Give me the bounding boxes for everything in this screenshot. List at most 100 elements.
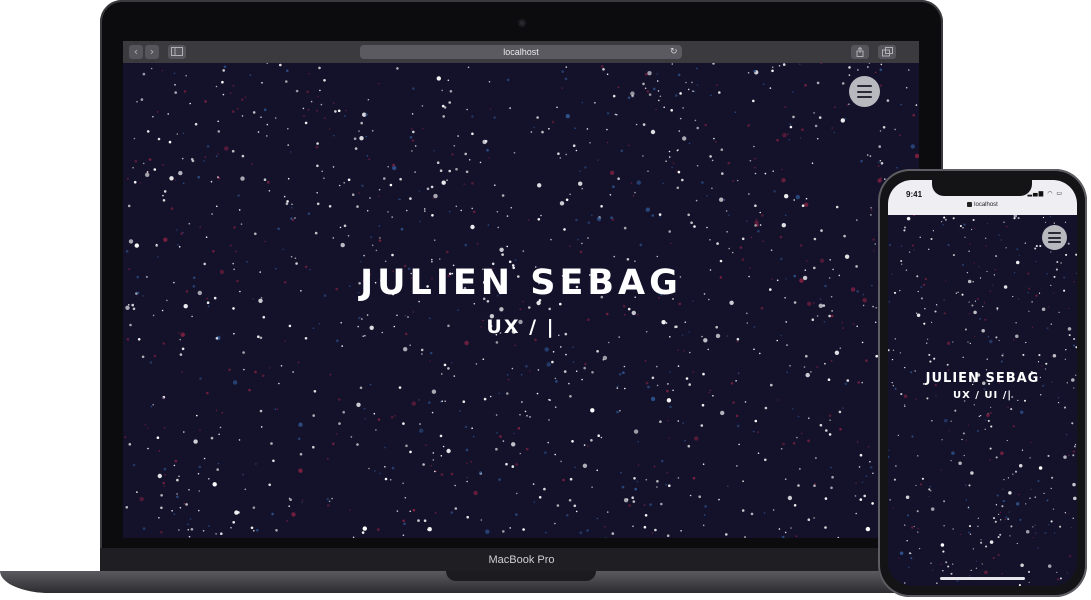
share-button[interactable] [851, 45, 869, 59]
star [1072, 454, 1075, 457]
star [701, 181, 704, 184]
star [204, 156, 207, 158]
address-bar[interactable]: localhost [360, 45, 682, 59]
back-button[interactable]: ‹ [129, 45, 143, 59]
reload-icon[interactable]: ↻ [670, 45, 680, 59]
star [952, 217, 955, 220]
star [947, 565, 950, 568]
star [636, 480, 639, 483]
star [356, 443, 359, 446]
star [906, 540, 908, 542]
star [725, 533, 728, 536]
star [411, 139, 415, 142]
star [496, 432, 498, 434]
star [1037, 547, 1039, 549]
star [1005, 516, 1008, 519]
star [807, 518, 811, 521]
star [268, 367, 271, 369]
star [583, 366, 586, 370]
star [944, 280, 947, 282]
star [736, 179, 739, 182]
star [989, 411, 992, 415]
star [426, 187, 430, 191]
star [513, 152, 516, 154]
star [650, 129, 656, 135]
star [764, 458, 767, 462]
tabs-button[interactable] [878, 45, 896, 59]
star [929, 485, 931, 488]
star [986, 413, 990, 418]
star [634, 191, 636, 194]
star [981, 328, 985, 333]
star [619, 409, 621, 412]
star [430, 464, 433, 467]
star [1047, 454, 1050, 457]
star [440, 455, 443, 457]
star [960, 533, 962, 536]
star [215, 155, 218, 158]
star [268, 190, 271, 192]
star [670, 109, 673, 112]
star [781, 223, 786, 228]
forward-button[interactable]: › [145, 45, 159, 59]
star [813, 517, 815, 519]
star [499, 435, 502, 438]
star [590, 408, 595, 413]
star [930, 321, 933, 324]
star [1042, 216, 1045, 219]
sidebar-button[interactable] [168, 45, 186, 59]
star [711, 187, 713, 190]
star [584, 362, 587, 366]
phone-menu-button[interactable] [1042, 225, 1067, 250]
status-icons: ▂▄▆ ◠ ▭ [1027, 190, 1063, 197]
star [677, 73, 681, 77]
star [915, 484, 917, 487]
star [1069, 555, 1072, 558]
star [196, 414, 198, 417]
star [622, 371, 625, 375]
star [450, 472, 454, 476]
star [338, 398, 341, 401]
star [446, 250, 449, 254]
star [606, 141, 609, 144]
menu-button[interactable] [849, 76, 880, 107]
star [204, 100, 207, 103]
star [132, 463, 136, 467]
star [554, 406, 557, 409]
star [158, 450, 161, 452]
star [840, 118, 845, 123]
star [921, 477, 924, 480]
star [339, 226, 342, 229]
star [232, 380, 238, 385]
star [565, 66, 568, 68]
star [559, 157, 562, 159]
star [813, 112, 815, 114]
star [656, 486, 658, 488]
star [1070, 527, 1073, 529]
phone-address-bar[interactable]: localhost [888, 202, 1077, 208]
star [710, 94, 712, 96]
star [170, 207, 174, 210]
star [254, 370, 257, 374]
star [669, 405, 672, 409]
star [232, 307, 235, 310]
star [967, 279, 972, 284]
star [994, 268, 997, 271]
star [549, 399, 551, 401]
star [409, 450, 412, 454]
star [409, 510, 412, 513]
star [404, 496, 407, 499]
star [857, 381, 860, 384]
star [594, 102, 596, 104]
star [666, 389, 669, 393]
star [830, 466, 832, 469]
star [736, 340, 739, 343]
star [873, 249, 875, 252]
star [364, 418, 367, 420]
star [1064, 358, 1067, 360]
star [150, 67, 153, 70]
star [973, 227, 976, 229]
star [1017, 217, 1020, 220]
star [312, 445, 315, 449]
star [272, 459, 275, 463]
